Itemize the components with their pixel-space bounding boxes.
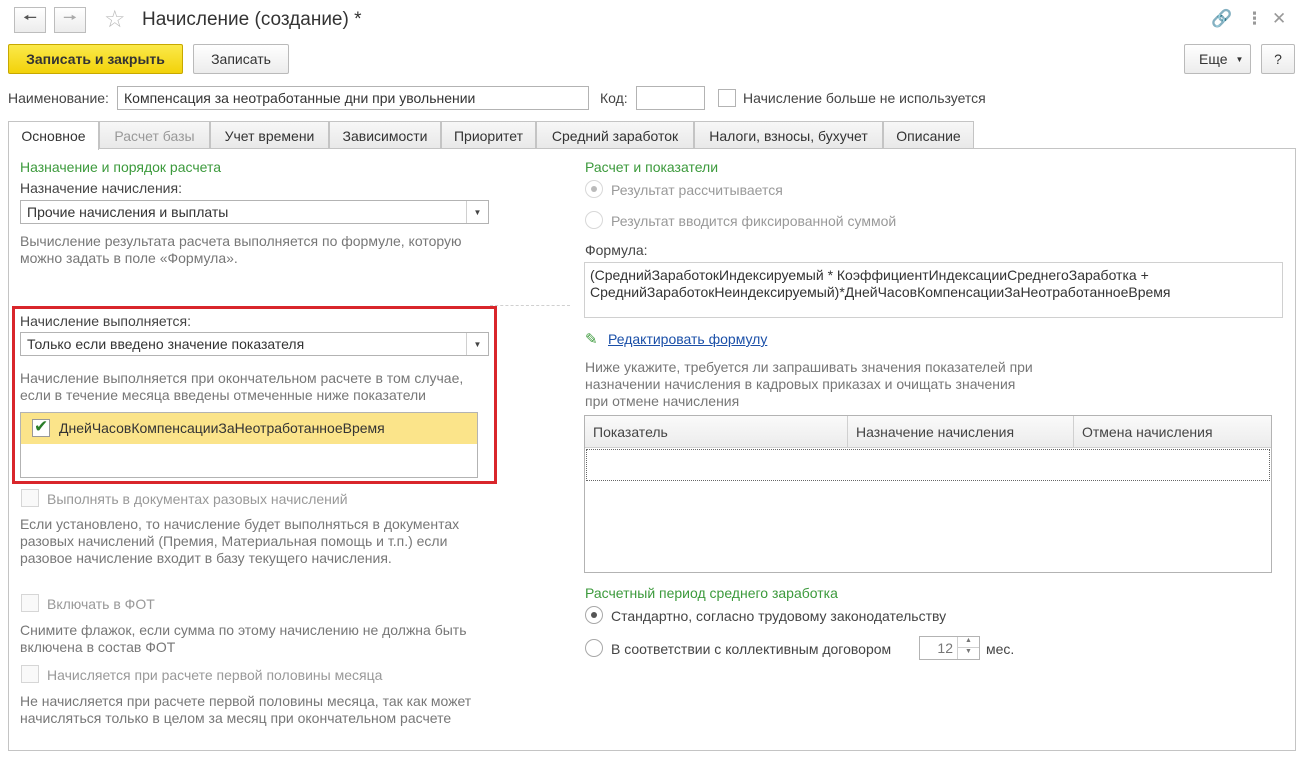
more-vertical-icon[interactable]: ⋮ bbox=[1246, 9, 1263, 29]
more-button[interactable]: Еще ▼ bbox=[1184, 44, 1251, 74]
link-icon[interactable]: 🔗 bbox=[1211, 9, 1232, 29]
checkmark-icon: ✔ bbox=[34, 417, 49, 436]
name-input[interactable]: Компенсация за неотработанные дни при ув… bbox=[117, 86, 589, 110]
performed-select-value: Только если введено значение показателя bbox=[27, 336, 305, 352]
formula-label: Формула: bbox=[585, 242, 648, 258]
help-button[interactable]: ? bbox=[1261, 44, 1295, 74]
column-header-purpose[interactable]: Назначение начисления bbox=[848, 416, 1074, 448]
column-header-indicator[interactable]: Показатель bbox=[585, 416, 848, 448]
performed-label: Начисление выполняется: bbox=[20, 313, 191, 329]
pencil-icon: ✎ bbox=[585, 331, 598, 348]
tab-dependencies[interactable]: Зависимости bbox=[329, 121, 441, 149]
formula-field[interactable]: (СреднийЗаработокИндексируемый * Коэффиц… bbox=[584, 262, 1283, 318]
stepper-up-icon[interactable]: ▲ bbox=[957, 637, 979, 648]
indicators-list[interactable]: ✔ ДнейЧасовКомпенсацииЗаНеотработанноеВр… bbox=[20, 412, 478, 478]
close-icon[interactable]: ✕ bbox=[1272, 9, 1286, 29]
calc-section-title: Расчет и показатели bbox=[585, 159, 719, 175]
indicator-label: ДнейЧасовКомпенсацииЗаНеотработанноеВрем… bbox=[59, 420, 385, 436]
indicator-checkbox[interactable]: ✔ bbox=[32, 417, 50, 437]
divider bbox=[490, 305, 570, 306]
favorite-star-icon[interactable]: ☆ bbox=[104, 5, 126, 34]
first-half-checkbox[interactable] bbox=[21, 665, 39, 683]
tab-description[interactable]: Описание bbox=[883, 121, 974, 149]
not-used-label: Начисление больше не используется bbox=[743, 90, 986, 106]
performed-hint: Начисление выполняется при окончательном… bbox=[20, 370, 464, 403]
name-label: Наименование: bbox=[8, 90, 109, 106]
forward-button[interactable]: 🠖 bbox=[54, 7, 86, 33]
purpose-select[interactable]: Прочие начисления и выплаты ▼ bbox=[20, 200, 489, 224]
save-button[interactable]: Записать bbox=[193, 44, 289, 74]
months-unit: мес. bbox=[986, 641, 1015, 657]
edit-formula-link[interactable]: Редактировать формулу bbox=[608, 331, 767, 347]
radio-fixed-label: Результат вводится фиксированной суммой bbox=[611, 213, 897, 229]
formula-line: (СреднийЗаработокИндексируемый * Коэффиц… bbox=[590, 267, 1149, 283]
radio-standard[interactable] bbox=[585, 606, 603, 624]
radio-standard-label: Стандартно, согласно трудовому законодат… bbox=[611, 608, 947, 624]
arrow-left-icon: 🠔 bbox=[22, 9, 37, 27]
purpose-section-title: Назначение и порядок расчета bbox=[20, 159, 222, 175]
tab-taxes[interactable]: Налоги, взносы, бухучет bbox=[694, 121, 883, 149]
indicators-table[interactable]: Показатель Назначение начисления Отмена … bbox=[584, 415, 1272, 573]
radio-calculated-label: Результат рассчитывается bbox=[611, 182, 783, 198]
purpose-select-value: Прочие начисления и выплаты bbox=[27, 204, 229, 220]
indicators-hint: Ниже укажите, требуется ли запрашивать з… bbox=[585, 359, 1033, 409]
one-time-label: Выполнять в документах разовых начислени… bbox=[47, 491, 348, 507]
formula-line: СреднийЗаработокНеиндексируемый)*ДнейЧас… bbox=[590, 284, 1171, 300]
save-and-close-button[interactable]: Записать и закрыть bbox=[8, 44, 183, 74]
back-button[interactable]: 🠔 bbox=[14, 7, 46, 33]
stepper-down-icon[interactable]: ▼ bbox=[957, 648, 979, 659]
dropdown-arrow-icon[interactable]: ▼ bbox=[466, 333, 488, 355]
table-row[interactable] bbox=[586, 449, 1270, 481]
tab-main[interactable]: Основное bbox=[8, 121, 99, 150]
column-header-cancel[interactable]: Отмена начисления bbox=[1074, 416, 1271, 448]
tab-base-calc[interactable]: Расчет базы bbox=[99, 121, 210, 149]
performed-select[interactable]: Только если введено значение показателя … bbox=[20, 332, 489, 356]
first-half-label: Начисляется при расчете первой половины … bbox=[47, 667, 383, 683]
radio-collective-label: В соответствии с коллективным договором bbox=[611, 641, 892, 657]
radio-collective[interactable] bbox=[585, 639, 603, 657]
code-label: Код: bbox=[600, 90, 628, 106]
months-value: 12 bbox=[937, 640, 953, 656]
first-half-hint: Не начисляется при расчете первой полови… bbox=[20, 693, 472, 726]
active-tab-joint bbox=[9, 147, 98, 150]
one-time-hint: Если установлено, то начисление будет вы… bbox=[20, 516, 460, 566]
tab-average-earnings[interactable]: Средний заработок bbox=[536, 121, 694, 149]
code-input[interactable] bbox=[636, 86, 705, 110]
arrow-right-icon: 🠖 bbox=[62, 9, 77, 27]
period-section-title: Расчетный период среднего заработка bbox=[585, 585, 838, 601]
radio-calculated[interactable] bbox=[585, 180, 603, 198]
list-item[interactable]: ✔ ДнейЧасовКомпенсацииЗаНеотработанноеВр… bbox=[21, 413, 477, 444]
fot-hint: Снимите флажок, если сумма по этому начи… bbox=[20, 622, 467, 655]
fot-checkbox[interactable] bbox=[21, 594, 39, 612]
fot-label: Включать в ФОТ bbox=[47, 596, 155, 612]
window-title: Начисление (создание) * bbox=[142, 9, 362, 30]
dropdown-arrow-icon[interactable]: ▼ bbox=[466, 201, 488, 223]
one-time-checkbox[interactable] bbox=[21, 489, 39, 507]
tab-time-accounting[interactable]: Учет времени bbox=[210, 121, 329, 149]
purpose-hint: Вычисление результата расчета выполняетс… bbox=[20, 233, 462, 266]
months-stepper[interactable]: 12 ▲ ▼ bbox=[919, 636, 980, 660]
more-button-label: Еще bbox=[1199, 51, 1228, 67]
tab-priority[interactable]: Приоритет bbox=[441, 121, 536, 149]
not-used-checkbox[interactable] bbox=[718, 89, 736, 107]
chevron-down-icon: ▼ bbox=[1235, 54, 1244, 64]
purpose-label: Назначение начисления: bbox=[20, 180, 182, 196]
radio-fixed[interactable] bbox=[585, 211, 603, 229]
